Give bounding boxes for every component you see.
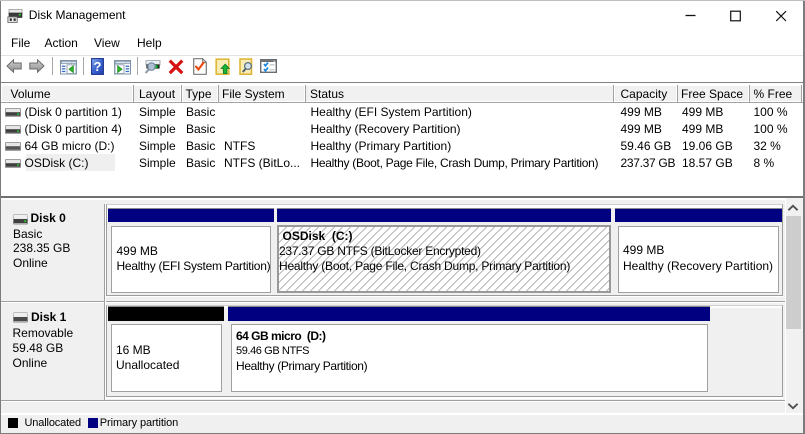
svg-text:?: ?: [94, 58, 102, 73]
